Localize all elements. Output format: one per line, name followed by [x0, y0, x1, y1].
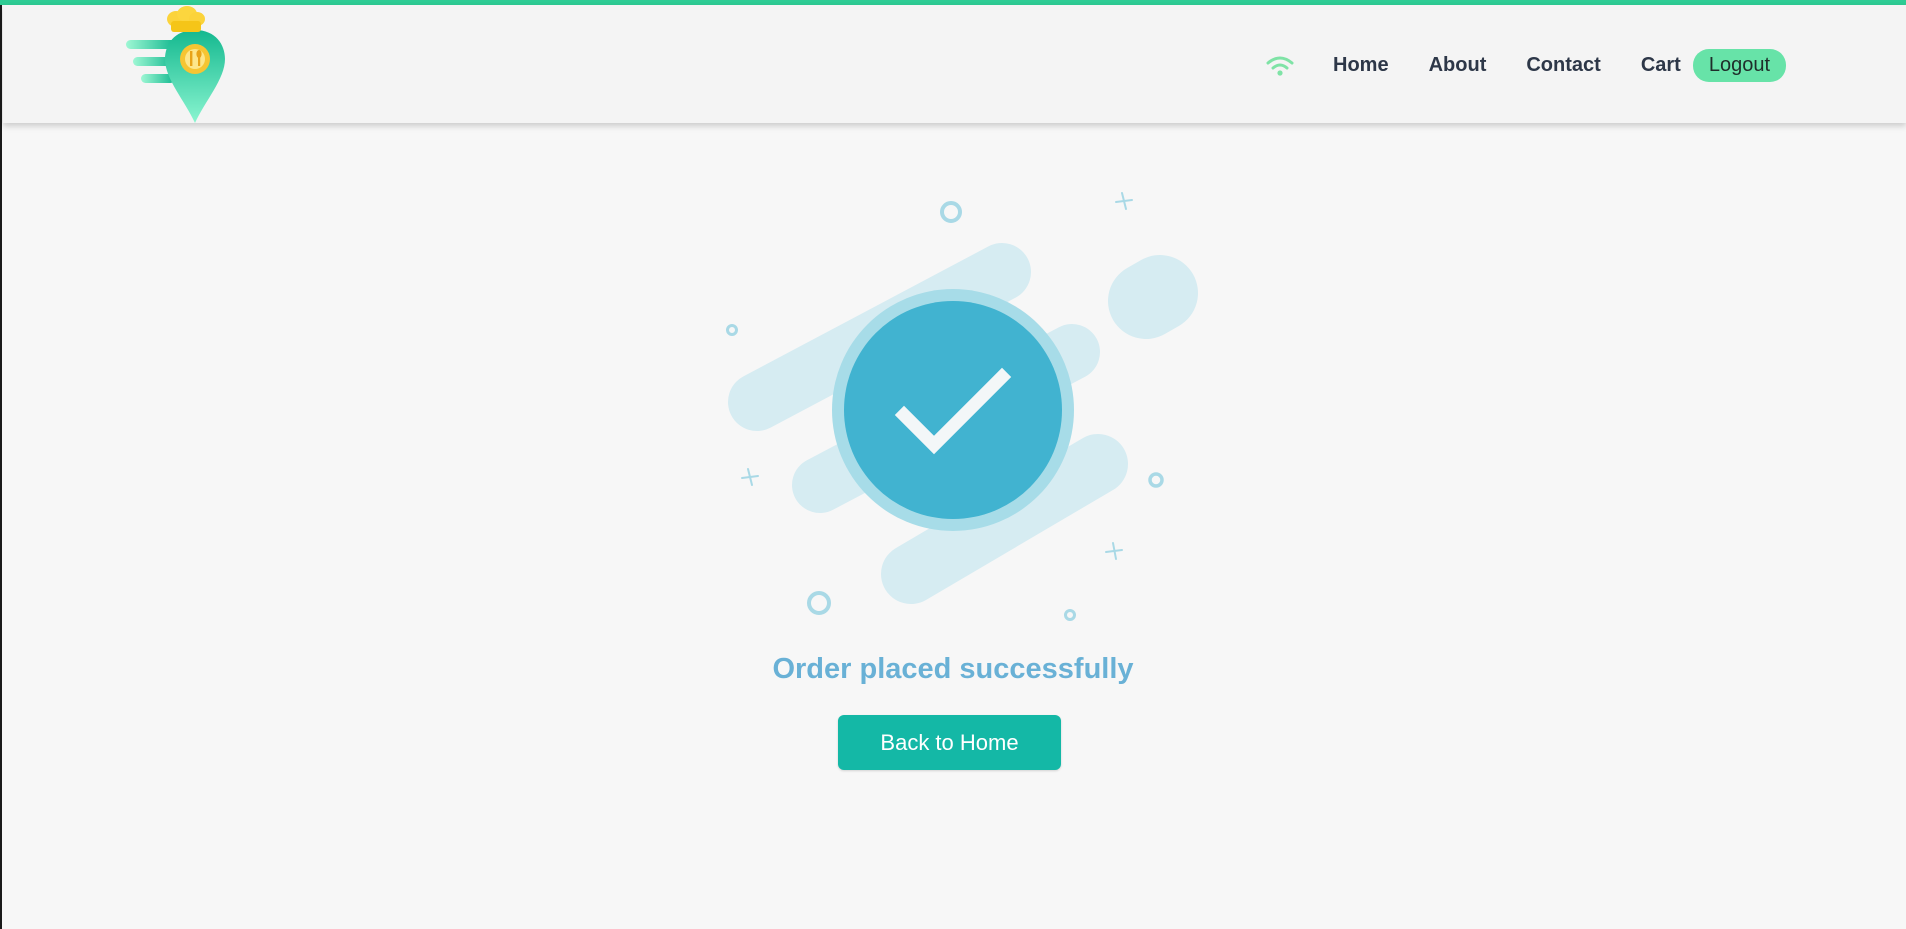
nav-cart-link[interactable]: Cart — [1641, 54, 1681, 77]
check-circle-icon — [844, 301, 1062, 519]
back-to-home-button[interactable]: Back to Home — [838, 715, 1061, 770]
logout-button[interactable]: Logout — [1692, 49, 1786, 82]
wifi-icon — [1266, 56, 1294, 76]
nav-about-link[interactable]: About — [1429, 54, 1487, 77]
navbar: Home About Contact Cart Logout — [3, 5, 1906, 123]
order-success-message: Order placed successfully — [772, 653, 1134, 685]
window-left-edge — [0, 0, 2, 929]
nav-contact-link[interactable]: Contact — [1526, 54, 1600, 77]
nav-links: Home About Contact Cart Logout — [1265, 49, 1786, 82]
brand-logo[interactable] — [121, 5, 231, 127]
nav-home-link[interactable]: Home — [1333, 54, 1389, 77]
order-success-illustration — [726, 192, 1198, 621]
